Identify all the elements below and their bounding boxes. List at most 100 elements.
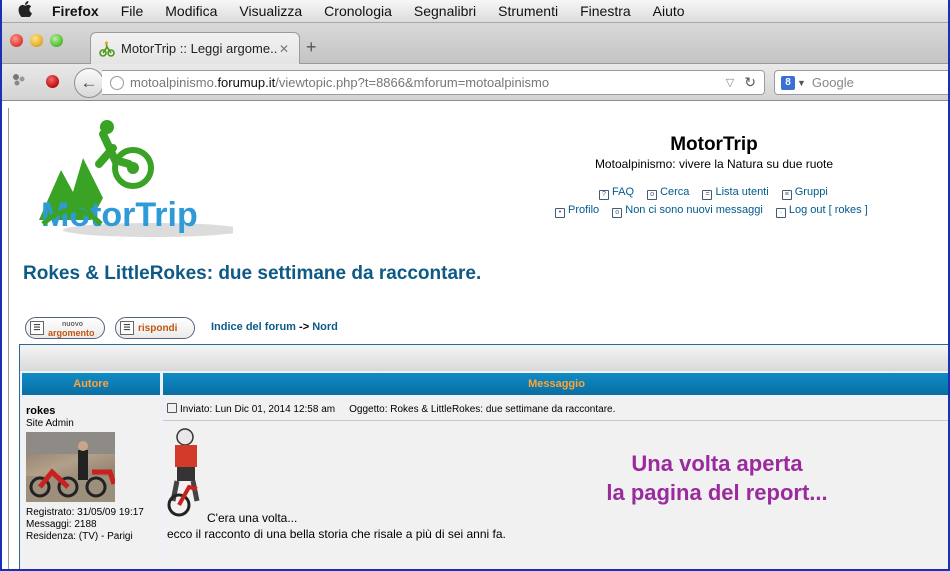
avatar [26,432,115,502]
new-topic-label-top: nuovo [62,320,83,328]
url-bar[interactable]: motoalpinismo.forumup.it/viewtopic.php?t… [102,70,765,95]
search-box[interactable]: 8 ▼ Google [774,70,948,95]
faq-label: FAQ [612,186,635,198]
back-arrow-icon: ← [80,73,98,92]
logout-link[interactable]: · Log out [ rokes ] [775,204,868,218]
post-divider [163,420,948,421]
messages-link[interactable]: o Non ci sono nuovi messaggi [612,204,763,218]
motortrip-logo[interactable]: MotorTrip [33,120,243,238]
profile-icon: • [555,208,565,218]
engine-dropdown-icon[interactable]: ▼ [797,78,806,88]
header-links-row2: • Profilo o Non ci sono nuovi messaggi · Lo… [555,204,878,218]
logout-label: Log out [ rokes ] [788,204,868,216]
rider-image [167,427,209,519]
search-link[interactable]: o Cerca [647,186,690,200]
site-title: MotorTrip [670,134,758,155]
zoom-window-button[interactable] [50,34,63,47]
column-header-author: Autore [22,373,160,395]
new-tab-button[interactable]: + [306,37,317,58]
web-page: MotorTrip MotorTrip Motoalpinismo: viver… [8,108,948,569]
record-icon[interactable] [46,75,59,88]
post-message-cell: Inviato: Lun Dic 01, 2014 12:58 am Oggett… [163,397,948,569]
url-text[interactable]: motoalpinismo.forumup.it/viewtopic.php?t… [130,75,726,90]
post-meta: Inviato: Lun Dic 01, 2014 12:58 am Oggett… [167,403,615,415]
header-links-row1: ? FAQ o Cerca = Lista utenti ≡ Gruppi [599,186,838,200]
profile-label: Profilo [568,204,600,216]
menu-strumenti[interactable]: Strumenti [498,3,558,19]
menu-segnalibri[interactable]: Segnalibri [414,3,476,19]
table-top-bar [20,345,948,371]
document-icon: ☰ [120,321,134,335]
tab-title: MotorTrip :: Leggi argome... [121,41,277,56]
site-description: Motoalpinismo: vivere la Natura su due r… [594,157,834,171]
menu-visualizza[interactable]: Visualizza [239,3,302,19]
reply-button[interactable]: ☰ rispondi [115,317,195,339]
reload-icon[interactable]: ↻ [744,74,756,91]
motorbike-favicon-icon [99,40,115,57]
author-residence: Residenza: (TV) - Parigi [26,531,133,542]
url-prefix: motoalpinismo. [130,75,218,90]
tab-close-icon[interactable]: ✕ [277,42,291,56]
breadcrumb-arrow: -> [299,321,310,333]
post-author-cell: rokes Site Admin Registrato: 31/05/09 19… [22,397,160,569]
new-topic-label-bottom: argomento [48,327,95,338]
apple-icon[interactable] [18,1,38,21]
post-body-line2: ecco il racconto di una bella storia che… [167,527,506,541]
overlay-caption: Una volta aperta la pagina del report... [567,449,867,507]
post-date: Inviato: Lun Dic 01, 2014 12:58 am [180,404,336,415]
menu-app-firefox[interactable]: Firefox [52,3,99,19]
groups-link[interactable]: ≡ Gruppi [781,186,828,200]
post-author-rank: Site Admin [26,418,74,429]
breadcrumb-index-link[interactable]: Indice del forum [211,321,296,333]
post-document-icon[interactable] [167,403,177,413]
tab-motortrip[interactable]: MotorTrip :: Leggi argome... ✕ [90,32,300,64]
column-header-message: Messaggio [163,373,948,395]
post-author-info: Registrato: 31/05/09 19:17 Messaggi: 218… [26,507,144,543]
breadcrumb-forum-link[interactable]: Nord [312,321,338,333]
menu-bar: Firefox File Modifica Visualizza Cronolo… [2,0,948,23]
url-path: /viewtopic.php?t=8866&mforum=motoalpinis… [275,75,550,90]
menu-aiuto[interactable]: Aiuto [653,3,685,19]
members-link[interactable]: = Lista utenti [702,186,769,200]
search-icon: o [647,190,658,200]
site-identity-icon[interactable] [110,75,124,90]
list-icon: = [702,190,713,200]
menu-finestra[interactable]: Finestra [580,3,631,19]
back-button[interactable]: ← [74,68,104,98]
menu-cronologia[interactable]: Cronologia [324,3,392,19]
tab-strip: MotorTrip :: Leggi argome... ✕ + [2,23,948,64]
faq-link[interactable]: ? FAQ [599,186,635,200]
puzzle-extension-icon[interactable] [12,73,26,90]
document-icon: ☰ [30,321,44,335]
dropdown-arrow-icon[interactable]: ▽ [726,76,734,89]
reply-label: rispondi [138,322,178,334]
search-placeholder: Google [811,75,854,90]
logo-text-icon: MotorTrip [41,196,198,234]
search-label: Cerca [660,186,690,198]
profile-link[interactable]: • Profilo [555,204,600,218]
minimize-window-button[interactable] [30,34,43,47]
post-subject: Oggetto: Rokes & LittleRokes: due settim… [349,404,616,415]
new-topic-label: nuovo argomento [48,319,95,338]
close-window-button[interactable] [10,34,23,47]
topic-title[interactable]: Rokes & LittleRokes: due settimane da ra… [23,263,481,285]
overlay-line1: Una volta aperta [631,451,803,476]
overlay-line2: la pagina del report... [606,480,828,505]
author-messages: Messaggi: 2188 [26,519,97,530]
members-label: Lista utenti [715,186,769,198]
logout-icon: · [775,208,786,218]
messages-label: Non ci sono nuovi messaggi [625,204,763,216]
post-author-name[interactable]: rokes [26,405,55,417]
menu-modifica[interactable]: Modifica [165,3,217,19]
google-engine-icon[interactable]: 8 [781,75,795,90]
messages-icon: o [612,208,623,218]
groups-icon: ≡ [781,190,792,200]
new-topic-button[interactable]: ☰ nuovo argomento [25,317,105,339]
posts-table: Autore Messaggio rokes Site Admin Regist… [19,344,948,569]
groups-label: Gruppi [794,186,828,198]
author-registered: Registrato: 31/05/09 19:17 [26,507,144,518]
navigation-toolbar: ← motoalpinismo.forumup.it/viewtopic.php… [2,64,948,101]
menu-file[interactable]: File [121,3,144,19]
url-domain: forumup.it [217,75,276,90]
breadcrumb: Indice del forum -> Nord [211,321,338,333]
